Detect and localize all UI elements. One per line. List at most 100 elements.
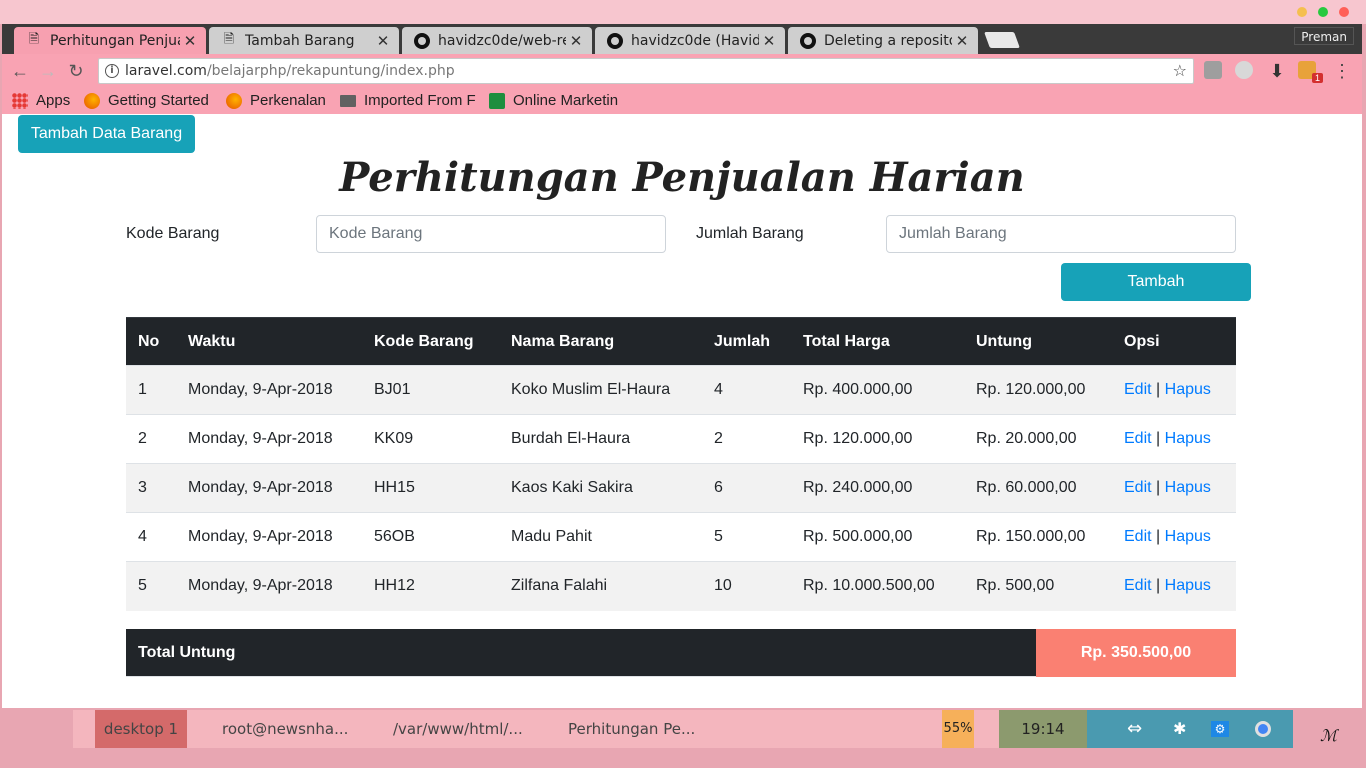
- bookmark-label: Online Marketin: [513, 92, 619, 109]
- page-icon: 🗎: [223, 30, 235, 46]
- cell-total: Rp. 120.000,00: [791, 414, 964, 464]
- edit-link[interactable]: Edit: [1124, 577, 1152, 594]
- column-header: Untung: [964, 317, 1112, 366]
- edit-link[interactable]: Edit: [1124, 479, 1152, 496]
- kode-barang-label: Kode Barang: [126, 225, 220, 242]
- kode-barang-input[interactable]: [316, 215, 666, 253]
- window-titlebar: [0, 0, 1366, 24]
- address-bar[interactable]: i laravel.com/belajarphp/rekapuntung/ind…: [98, 58, 1194, 84]
- jumlah-barang-input[interactable]: [886, 215, 1236, 253]
- extension-badge: 1: [1312, 73, 1324, 83]
- table-row: 1 Monday, 9-Apr-2018 BJ01 Koko Muslim El…: [126, 365, 1236, 415]
- back-icon[interactable]: ←: [8, 59, 32, 83]
- cell-nama: Koko Muslim El-Haura: [499, 365, 702, 415]
- bookmark-label: Getting Started: [108, 92, 209, 109]
- tab-github-web-rekapuntung[interactable]: havidzc0de/web-rekapuntung ✕: [402, 27, 592, 54]
- extension-s-icon[interactable]: [1204, 61, 1222, 79]
- edit-link[interactable]: Edit: [1124, 430, 1152, 447]
- bookmark-apps[interactable]: Apps: [12, 92, 70, 109]
- bookmark-getting-started[interactable]: Getting Started: [84, 92, 209, 109]
- close-window-button[interactable]: [1339, 7, 1349, 17]
- network-icon[interactable]: ⇔: [1127, 710, 1142, 748]
- column-header: Jumlah: [702, 317, 791, 366]
- system-tray: ⇔ ✱ ⚙: [1087, 710, 1293, 748]
- separator: |: [1156, 430, 1161, 447]
- cell-nama: Madu Pahit: [499, 512, 702, 562]
- apps-grid-icon: [12, 92, 28, 109]
- bookmark-star-icon[interactable]: ☆: [1173, 59, 1187, 83]
- tab-title: havidzc0de (Havidz: [631, 32, 759, 49]
- cell-jumlah: 10: [702, 561, 791, 611]
- close-icon[interactable]: ✕: [373, 32, 393, 50]
- cell-opsi: Edit | Hapus: [1112, 463, 1236, 513]
- info-icon[interactable]: i: [105, 64, 119, 78]
- signature-logo-icon: ℳ: [1320, 726, 1338, 745]
- folder-icon: [340, 94, 356, 107]
- tambah-button[interactable]: Tambah: [1061, 263, 1251, 301]
- cell-kode: 56OB: [362, 512, 499, 562]
- column-header: Opsi: [1112, 317, 1236, 366]
- edit-link[interactable]: Edit: [1124, 381, 1152, 398]
- bluetooth-icon[interactable]: ✱: [1173, 710, 1186, 748]
- column-header: Waktu: [176, 317, 362, 366]
- column-header: Total Harga: [791, 317, 964, 366]
- cell-total: Rp. 10.000.500,00: [791, 561, 964, 611]
- task-terminal[interactable]: root@newsnha...: [222, 710, 372, 748]
- close-icon[interactable]: ✕: [180, 32, 200, 50]
- table-row: 5 Monday, 9-Apr-2018 HH12 Zilfana Falahi…: [126, 561, 1236, 611]
- task-file-manager[interactable]: /var/www/html/...: [393, 710, 543, 748]
- extension-shield-icon[interactable]: [1235, 61, 1253, 79]
- bookmarks-bar: Apps Getting Started Perkenalan Imported…: [2, 88, 1362, 114]
- maximize-button[interactable]: [1318, 7, 1328, 17]
- forward-icon[interactable]: →: [36, 59, 60, 83]
- minimize-button[interactable]: [1297, 7, 1307, 17]
- github-icon: [414, 32, 430, 49]
- tab-perhitungan[interactable]: 🗎 Perhitungan Penjualan Harian ✕: [14, 27, 206, 54]
- close-icon[interactable]: ✕: [952, 32, 972, 50]
- close-icon[interactable]: ✕: [759, 32, 779, 50]
- total-untung-label: Total Untung: [138, 644, 236, 661]
- bookmark-perkenalan[interactable]: Perkenalan: [226, 92, 326, 109]
- cell-waktu: Monday, 9-Apr-2018: [176, 512, 362, 562]
- column-header: No: [126, 317, 176, 366]
- cell-waktu: Monday, 9-Apr-2018: [176, 463, 362, 513]
- tab-github-profile[interactable]: havidzc0de (Havidz ✕: [595, 27, 785, 54]
- separator: |: [1156, 479, 1161, 496]
- delete-link[interactable]: Hapus: [1165, 430, 1211, 447]
- delete-link[interactable]: Hapus: [1165, 528, 1211, 545]
- url-host: laravel.com: [125, 63, 207, 79]
- chrome-icon[interactable]: [1255, 721, 1271, 737]
- table-row: 2 Monday, 9-Apr-2018 KK09 Burdah El-Haur…: [126, 414, 1236, 464]
- edit-link[interactable]: Edit: [1124, 528, 1152, 545]
- profile-button[interactable]: Preman: [1294, 27, 1354, 45]
- delete-link[interactable]: Hapus: [1165, 479, 1211, 496]
- delete-link[interactable]: Hapus: [1165, 577, 1211, 594]
- delete-link[interactable]: Hapus: [1165, 381, 1211, 398]
- bookmark-imported[interactable]: Imported From F: [340, 92, 476, 109]
- close-icon[interactable]: ✕: [566, 32, 586, 50]
- bookmark-online-marketing[interactable]: Online Marketin: [489, 92, 625, 109]
- add-item-button[interactable]: Tambah Data Barang: [18, 115, 195, 153]
- tab-title: Deleting a repository: [824, 32, 952, 49]
- menu-icon[interactable]: ⋮: [1330, 59, 1354, 83]
- clock[interactable]: 19:14: [999, 710, 1087, 748]
- cell-untung: Rp. 20.000,00: [964, 414, 1112, 464]
- tab-github-deleting[interactable]: Deleting a repository ✕: [788, 27, 978, 54]
- tab-strip: 🗎 Perhitungan Penjualan Harian ✕ 🗎 Tamba…: [2, 24, 1362, 54]
- cell-waktu: Monday, 9-Apr-2018: [176, 414, 362, 464]
- settings-icon[interactable]: ⚙: [1211, 721, 1229, 737]
- page-icon: 🗎: [28, 30, 40, 46]
- cell-opsi: Edit | Hapus: [1112, 365, 1236, 415]
- download-icon[interactable]: ⬇: [1265, 59, 1289, 83]
- new-tab-button[interactable]: [984, 32, 1020, 48]
- bookmark-label: Perkenalan: [250, 92, 326, 109]
- page-title: Perhitungan Penjualan Harian: [339, 154, 1025, 201]
- cell-jumlah: 6: [702, 463, 791, 513]
- reload-icon[interactable]: ↻: [64, 59, 88, 83]
- tab-tambah-barang[interactable]: 🗎 Tambah Barang ✕: [209, 27, 399, 54]
- task-browser[interactable]: Perhitungan Pe...: [568, 710, 718, 748]
- bookmark-label: Imported From F: [364, 92, 476, 109]
- tab-title: havidzc0de/web-rekapuntung: [438, 32, 566, 49]
- desktop-switcher[interactable]: desktop 1: [95, 710, 187, 748]
- github-icon: [607, 32, 623, 49]
